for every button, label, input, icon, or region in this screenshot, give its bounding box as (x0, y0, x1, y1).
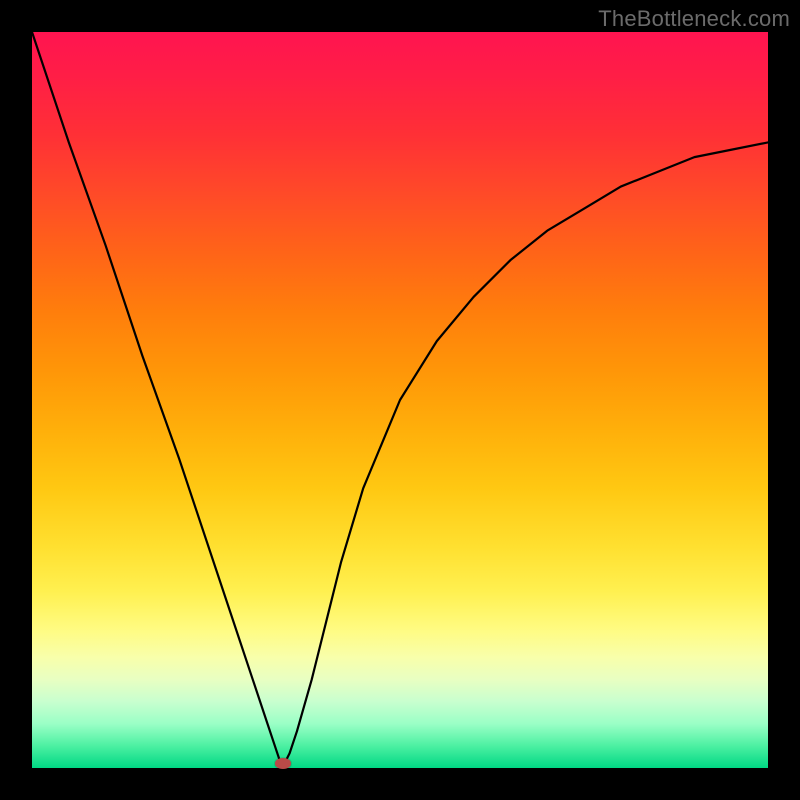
chart-frame: TheBottleneck.com (0, 0, 800, 800)
watermark-text: TheBottleneck.com (598, 6, 790, 32)
minimum-marker (275, 758, 291, 769)
bottleneck-curve (32, 32, 768, 768)
